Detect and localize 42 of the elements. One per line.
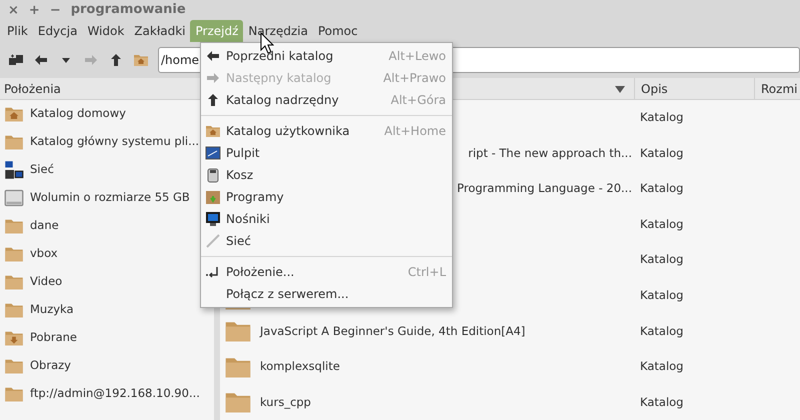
file-description: Katalog	[640, 216, 684, 231]
desktop-icon	[205, 145, 221, 161]
file-description: Katalog	[640, 181, 684, 196]
file-description: Katalog	[640, 110, 684, 124]
new-tab-icon[interactable]	[8, 52, 24, 68]
return-arrow-icon	[205, 264, 221, 280]
file-description: Katalog	[640, 359, 684, 374]
file-description: Katalog	[640, 146, 684, 160]
trash-icon	[205, 167, 221, 183]
column-header[interactable]: Rozmi	[754, 78, 800, 100]
home-folder-icon	[205, 123, 221, 139]
file-name: Programming Language - 20...	[457, 180, 632, 198]
column-header[interactable]: Opis	[634, 78, 754, 100]
file-description: Katalog	[640, 324, 684, 338]
home-icon[interactable]	[133, 52, 149, 68]
sidebar-item[interactable]: ftp://admin@192.168.10.90...	[0, 380, 214, 408]
close-button[interactable]: ×	[8, 4, 19, 16]
file-description: Katalog	[640, 252, 684, 266]
file-description: Katalog	[640, 288, 684, 302]
file-name: komplexsqlite	[260, 358, 340, 376]
menu-item[interactable]: Plik	[2, 20, 33, 42]
sidebar-title: Położenia	[4, 82, 61, 96]
sidebar-item[interactable]: Obrazy	[0, 352, 214, 380]
file-name: kurs_cpp	[260, 394, 311, 411]
network-computers-icon	[4, 160, 24, 180]
monitor-icon	[205, 211, 221, 227]
menu-item[interactable]: Edycja	[32, 20, 82, 42]
file-description: Katalog	[640, 394, 684, 409]
menu-item[interactable]: Widok	[82, 20, 130, 42]
drive-icon	[4, 188, 24, 208]
menu-item[interactable]: Zakładki	[129, 20, 190, 42]
sidebar-item[interactable]: Pobrane	[0, 324, 214, 352]
file-name: ript - The new approach th...	[468, 144, 632, 162]
maximize-button[interactable]: +	[28, 4, 40, 16]
minimize-button[interactable]: −	[50, 4, 61, 16]
menu-item[interactable]: Pomoc	[312, 20, 363, 42]
file-name: JavaScript A Beginner's Guide, 4th Edition[A4]	[260, 322, 526, 340]
window-title: programowanie	[70, 1, 186, 20]
menu-entry[interactable]: Poprzedni katalog Alt+Lewo	[201, 45, 452, 67]
package-icon	[205, 189, 221, 205]
menu-item[interactable]: Narzędzia	[243, 20, 313, 42]
right-arrow-icon	[205, 70, 221, 86]
